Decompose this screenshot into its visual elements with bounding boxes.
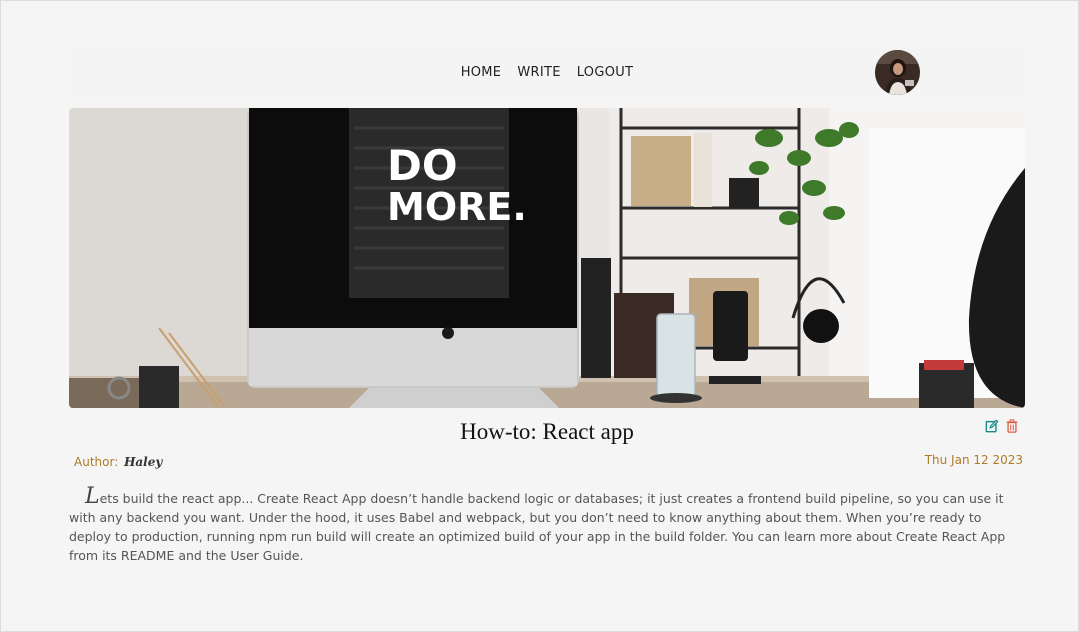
edit-icon[interactable] — [985, 419, 999, 433]
hero-sign-line1: DO — [387, 141, 458, 190]
author-name-link[interactable]: Haley — [124, 455, 162, 469]
post-body-dropcap: L — [85, 484, 100, 509]
avatar-image — [875, 50, 920, 95]
post-actions — [985, 419, 1019, 433]
top-bar: HOME WRITE LOGOUT — [69, 49, 1025, 95]
post-hero-image: DO MORE. — [69, 108, 1025, 408]
post-body: Lets build the react app... Create React… — [69, 484, 1009, 565]
nav-logout-link[interactable]: LOGOUT — [577, 65, 634, 80]
post-date: Thu Jan 12 2023 — [924, 453, 1023, 467]
author-label: Author: — [74, 455, 119, 469]
post-body-text: ets build the react app... Create React … — [69, 491, 1006, 563]
hero-sign-line2: MORE. — [387, 185, 527, 229]
post-author: Author: Haley — [74, 455, 162, 469]
trash-icon[interactable] — [1005, 419, 1019, 433]
post-title: How-to: React app — [460, 419, 634, 444]
nav-home-link[interactable]: HOME — [461, 65, 502, 80]
nav-write-link[interactable]: WRITE — [517, 65, 560, 80]
avatar[interactable] — [875, 50, 920, 95]
page: HOME WRITE LOGOUT DO MORE. How-to: React… — [0, 0, 1079, 632]
